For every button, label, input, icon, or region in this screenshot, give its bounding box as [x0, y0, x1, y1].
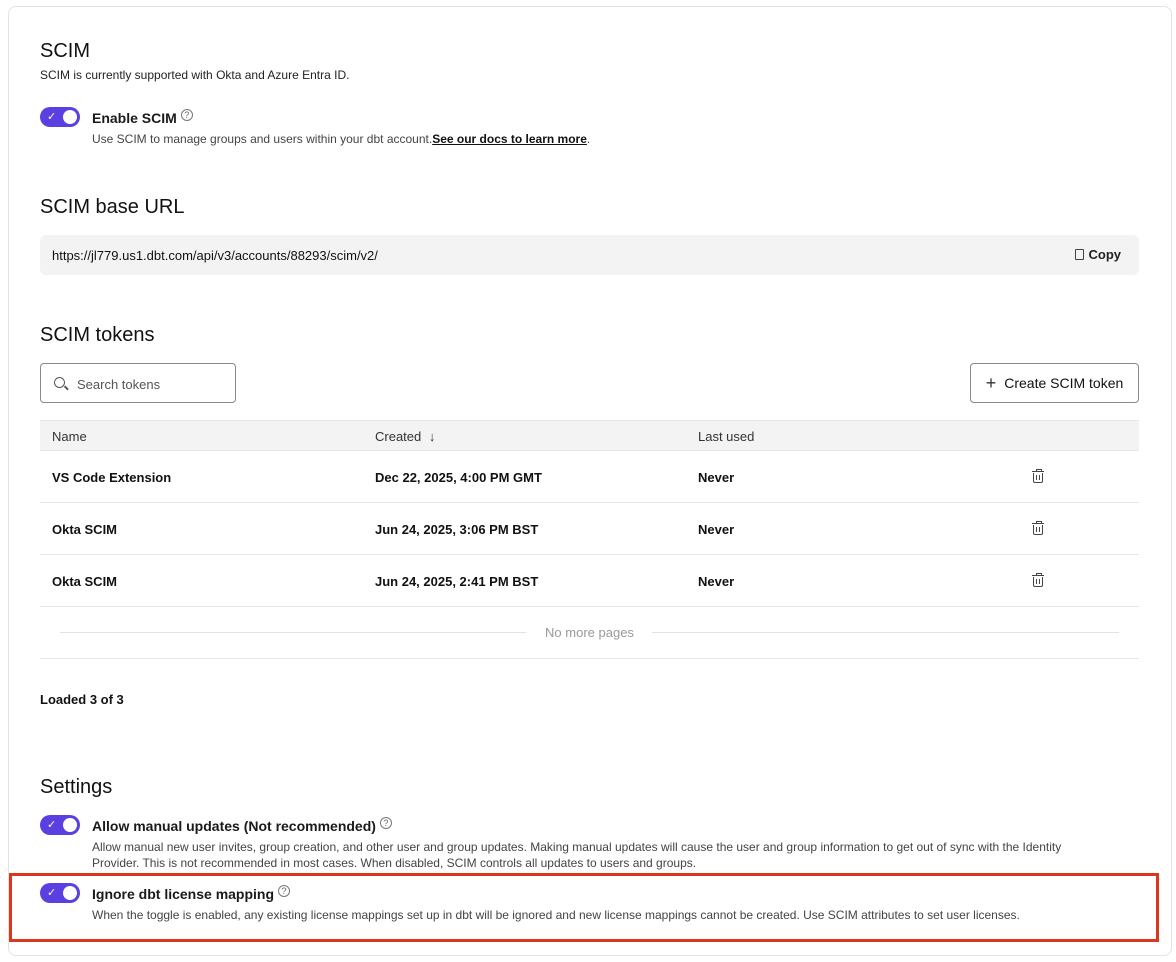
- token-name: Okta SCIM: [52, 522, 118, 537]
- description-trailing: .: [586, 132, 591, 146]
- token-last-used: Never: [698, 470, 735, 485]
- create-scim-token-label: Create SCIM token: [1004, 375, 1124, 391]
- help-icon[interactable]: ?: [180, 109, 193, 121]
- table-header: Name Created ↓ Last used: [40, 420, 1139, 451]
- delete-token-icon[interactable]: [1032, 572, 1044, 587]
- enable-scim-description-text: Use SCIM to manage groups and users with…: [92, 132, 433, 146]
- settings-title: Settings: [40, 776, 113, 798]
- toggle-knob: [63, 818, 77, 832]
- delete-token-icon[interactable]: [1032, 520, 1044, 535]
- token-created: Jun 24, 2025, 3:06 PM BST: [375, 522, 539, 537]
- highlight-box: [9, 873, 1159, 942]
- allow-manual-updates-toggle[interactable]: ✓: [40, 815, 80, 835]
- allow-manual-updates-label-text: Allow manual updates (Not recommended): [92, 818, 376, 834]
- allow-manual-updates-label: Allow manual updates (Not recommended)?: [92, 817, 392, 834]
- copy-button[interactable]: Copy: [1072, 247, 1122, 262]
- loaded-count: Loaded 3 of 3: [40, 692, 124, 707]
- table-row: Okta SCIM Jun 24, 2025, 2:41 PM BST Neve…: [40, 555, 1139, 607]
- check-icon: ✓: [47, 111, 57, 123]
- toggle-knob: [63, 110, 77, 124]
- token-created: Dec 22, 2025, 4:00 PM GMT: [375, 470, 542, 485]
- search-tokens-field[interactable]: [40, 363, 236, 403]
- scim-title: SCIM: [40, 40, 90, 62]
- column-header-created-text: Created: [375, 429, 422, 444]
- pagination-end: No more pages: [40, 607, 1139, 659]
- token-created: Jun 24, 2025, 2:41 PM BST: [375, 574, 539, 589]
- column-header-name[interactable]: Name: [52, 429, 87, 444]
- search-input[interactable]: [77, 374, 227, 394]
- column-header-created[interactable]: Created ↓: [375, 429, 435, 444]
- tokens-title: SCIM tokens: [40, 324, 155, 346]
- token-name: VS Code Extension: [52, 470, 172, 485]
- create-scim-token-button[interactable]: + Create SCIM token: [970, 363, 1139, 403]
- enable-scim-description: Use SCIM to manage groups and users with…: [92, 131, 590, 147]
- docs-link[interactable]: See our docs to learn more: [432, 132, 587, 146]
- help-icon[interactable]: ?: [379, 817, 392, 829]
- plus-icon: +: [985, 373, 997, 393]
- allow-manual-updates-description-line1: Allow manual new user invites, group cre…: [92, 840, 1062, 854]
- scim-subtitle: SCIM is currently supported with Okta an…: [40, 68, 350, 82]
- token-name: Okta SCIM: [52, 574, 118, 589]
- table-row: VS Code Extension Dec 22, 2025, 4:00 PM …: [40, 451, 1139, 503]
- column-header-last-used[interactable]: Last used: [698, 429, 754, 444]
- delete-token-icon[interactable]: [1032, 468, 1044, 483]
- divider: [652, 632, 1119, 633]
- allow-manual-updates-description: Allow manual new user invites, group cre…: [92, 839, 1142, 871]
- check-icon: ✓: [47, 819, 57, 831]
- copy-label: Copy: [1088, 247, 1122, 262]
- allow-manual-updates-description-line2: Provider. This is not recommended in mos…: [92, 856, 697, 870]
- sort-desc-icon: ↓: [428, 429, 436, 444]
- table-row: Okta SCIM Jun 24, 2025, 3:06 PM BST Neve…: [40, 503, 1139, 555]
- base-url-value: https://jl779.us1.dbt.com/api/v3/account…: [52, 248, 378, 263]
- enable-scim-label-text: Enable SCIM: [92, 110, 177, 126]
- token-last-used: Never: [698, 522, 735, 537]
- copy-icon: [1072, 248, 1084, 262]
- token-last-used: Never: [698, 574, 735, 589]
- search-icon: [54, 377, 65, 388]
- enable-scim-label: Enable SCIM?: [92, 109, 193, 126]
- enable-scim-toggle[interactable]: ✓: [40, 107, 80, 127]
- base-url-box: https://jl779.us1.dbt.com/api/v3/account…: [40, 235, 1139, 275]
- base-url-title: SCIM base URL: [40, 196, 185, 218]
